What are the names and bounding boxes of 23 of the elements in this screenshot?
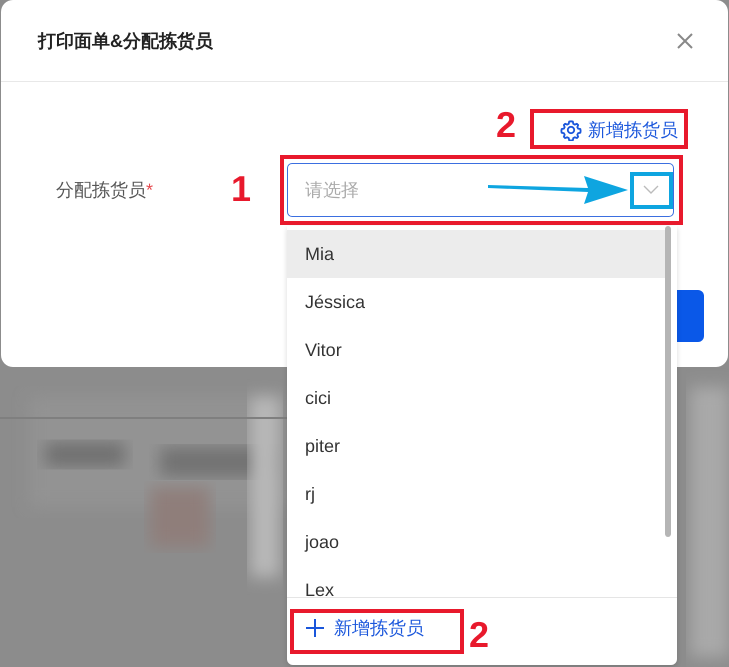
dropdown-option[interactable]: cici <box>287 374 665 422</box>
arrow-icon <box>488 174 628 204</box>
scrollbar[interactable] <box>665 226 671 537</box>
close-icon[interactable] <box>675 30 695 50</box>
annotation-number: 2 <box>469 617 490 653</box>
field-label: 分配拣货员* <box>56 180 154 200</box>
dropdown-option[interactable]: joao <box>287 518 665 566</box>
add-picker-link[interactable]: 新增拣货员 <box>560 115 678 145</box>
dropdown-option[interactable]: Lex <box>287 566 665 597</box>
plus-icon <box>305 618 325 638</box>
settings-icon <box>560 119 582 141</box>
dropdown-option[interactable]: Vitor <box>287 326 665 374</box>
chevron-down-icon <box>643 185 659 195</box>
dropdown-option[interactable]: Mia <box>287 230 665 278</box>
dropdown-option[interactable]: piter <box>287 422 665 470</box>
annotation-number: 1 <box>231 171 252 207</box>
dropdown-option[interactable]: rj <box>287 470 665 518</box>
add-picker-link[interactable]: 新增拣货员 <box>305 616 424 640</box>
dropdown-option[interactable]: Jéssica <box>287 278 665 326</box>
dialog-title: 打印面单&分配拣货员 <box>38 30 213 52</box>
highlight-box <box>630 172 673 209</box>
picker-select[interactable]: 请选择 <box>287 163 674 217</box>
annotation-number: 2 <box>496 107 516 143</box>
